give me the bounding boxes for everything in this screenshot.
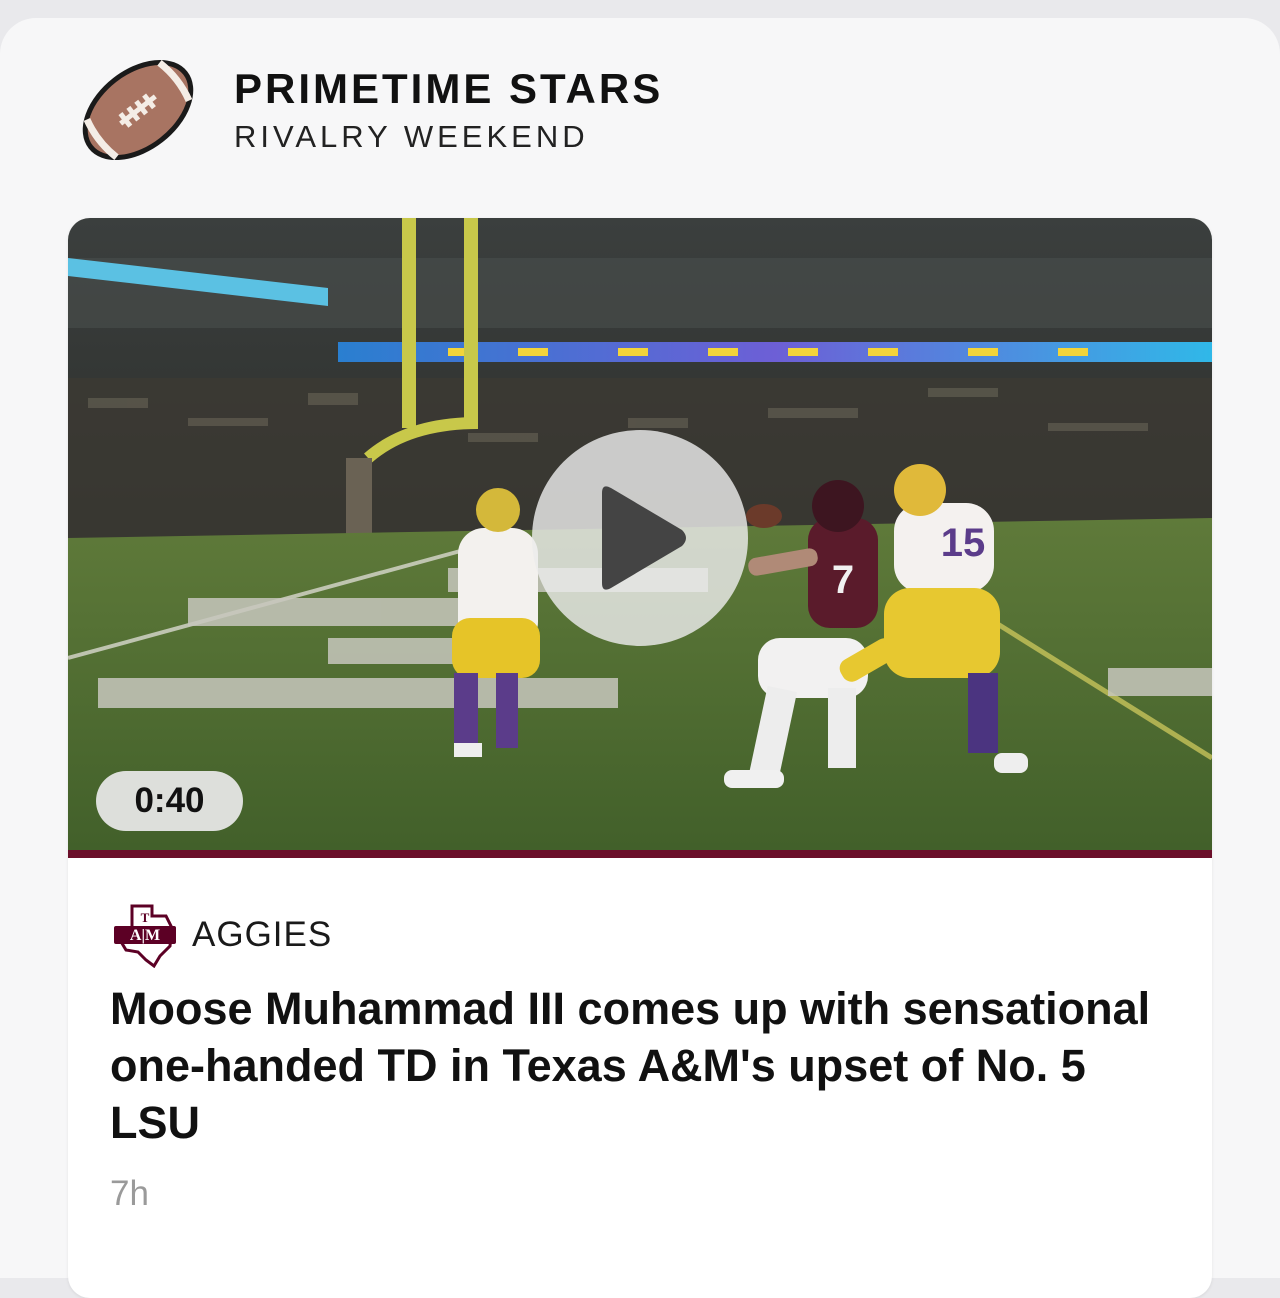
svg-text:T: T — [141, 910, 150, 925]
story-card[interactable]: 7 15 0:40 A|M T AGGIES Moose Muhammad II… — [68, 218, 1212, 1298]
team-name: AGGIES — [192, 915, 333, 954]
story-timestamp: 7h — [110, 1174, 149, 1213]
svg-text:A|M: A|M — [130, 927, 160, 944]
section-subtitle: RIVALRY WEEKEND — [234, 119, 589, 154]
football-icon — [82, 59, 194, 161]
video-player[interactable]: 7 15 0:40 — [68, 218, 1212, 850]
receiver-jersey-number: 7 — [832, 558, 854, 602]
team-tag[interactable]: A|M T AGGIES — [110, 902, 332, 968]
story-headline[interactable]: Moose Muhammad III comes up with sensati… — [110, 980, 1180, 1151]
video-duration-badge: 0:40 — [96, 771, 243, 831]
section-title: PRIMETIME STARS — [234, 65, 664, 112]
play-icon — [602, 486, 686, 590]
texas-am-logo: A|M T — [114, 904, 176, 968]
section-header[interactable]: PRIMETIME STARS RIVALRY WEEKEND — [76, 48, 663, 172]
defender-jersey-number: 15 — [941, 521, 986, 565]
play-button[interactable] — [532, 430, 748, 646]
feed-panel: PRIMETIME STARS RIVALRY WEEKEND 7 15 0:4… — [0, 18, 1280, 1298]
video-accent-bar — [68, 850, 1212, 858]
